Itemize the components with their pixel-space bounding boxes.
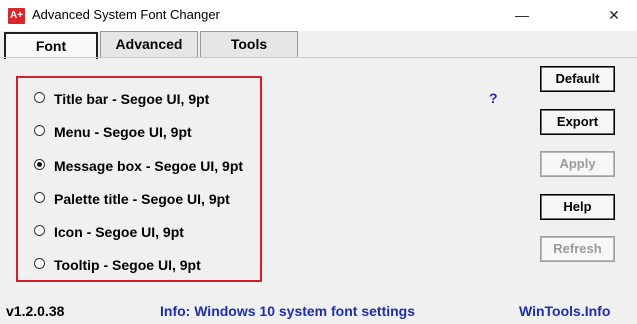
radio-message-box[interactable] — [34, 159, 45, 170]
option-message-box-label: Message box - Segoe UI, 9pt — [54, 158, 244, 174]
window-title: Advanced System Font Changer — [32, 7, 220, 22]
version-label: v1.2.0.38 — [6, 303, 65, 319]
refresh-button[interactable]: Refresh — [540, 236, 615, 262]
radio-menu[interactable] — [34, 125, 45, 136]
title-bar: A+ Advanced System Font Changer — ✕ — [0, 0, 637, 31]
help-button[interactable]: Help — [540, 194, 615, 220]
radio-tooltip[interactable] — [34, 258, 45, 269]
tab-advanced[interactable]: Advanced — [100, 31, 198, 57]
close-icon[interactable]: ✕ — [591, 0, 637, 31]
option-menu-label: Menu - Segoe UI, 9pt — [54, 124, 192, 140]
tab-strip-divider — [0, 57, 637, 58]
option-title-bar-label: Title bar - Segoe UI, 9pt — [54, 91, 210, 107]
export-button[interactable]: Export — [540, 109, 615, 135]
radio-icon[interactable] — [34, 225, 45, 236]
option-palette-title-label: Palette title - Segoe UI, 9pt — [54, 191, 230, 207]
app-icon: A+ — [8, 8, 25, 24]
apply-button[interactable]: Apply — [540, 151, 615, 177]
help-question-link[interactable]: ? — [489, 90, 498, 106]
radio-title-bar[interactable] — [34, 92, 45, 103]
minimize-icon[interactable]: — — [499, 0, 545, 31]
radio-palette-title[interactable] — [34, 192, 45, 203]
wintools-link[interactable]: WinTools.Info — [519, 303, 610, 319]
tab-tools[interactable]: Tools — [200, 31, 298, 57]
info-text: Info: Windows 10 system font settings — [160, 303, 416, 319]
option-icon-label: Icon - Segoe UI, 9pt — [54, 224, 184, 240]
default-button[interactable]: Default — [540, 66, 615, 92]
option-tooltip-label: Tooltip - Segoe UI, 9pt — [54, 257, 201, 273]
tab-font[interactable]: Font — [4, 32, 98, 59]
